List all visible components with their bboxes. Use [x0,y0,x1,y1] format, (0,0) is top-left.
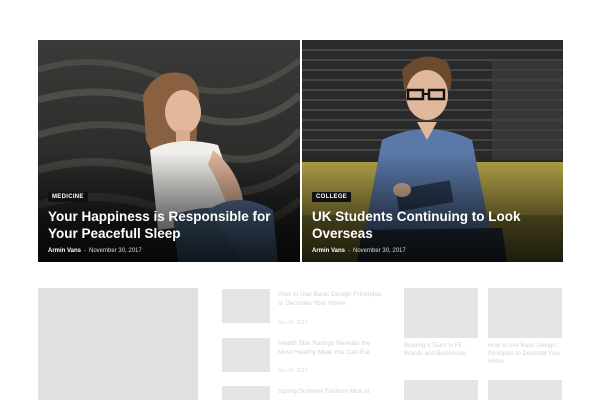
byline-separator: - [84,248,87,254]
grid-post-thumbnail[interactable] [488,380,562,400]
grid-post-thumbnail[interactable] [404,288,478,338]
featured-post-2[interactable]: COLLEGE UK Students Continuing to Look O… [302,40,563,262]
list-post-thumbnail[interactable] [222,386,270,400]
category-badge[interactable]: MEDICINE [48,192,88,202]
list-post-title[interactable]: Health Star Ratings Reveals the Most Hea… [278,339,383,357]
post-title[interactable]: UK Students Continuing to Look Overseas [312,208,553,242]
page: MEDICINE Your Happiness is Responsible f… [0,0,600,400]
list-post-title[interactable]: Spring/Summer Fashion Mos at [278,387,383,396]
grid-post-thumbnail[interactable] [488,288,562,338]
faded-content-section: How to Use Basic Design Principles to De… [0,286,600,400]
featured-meta-2: COLLEGE UK Students Continuing to Look O… [312,185,553,254]
list-post-thumbnail[interactable] [222,338,270,372]
list-post-thumbnail[interactable] [222,289,270,323]
list-post-title[interactable]: How to Use Basic Design Principles to De… [278,290,383,308]
byline-separator: - [348,248,351,254]
list-post-date: Nov 30, 2017 [278,368,308,374]
featured-meta-1: MEDICINE Your Happiness is Responsible f… [48,185,290,254]
byline: Armin Vans - November 30, 2017 [312,248,553,254]
byline: Armin Vans - November 30, 2017 [48,248,290,254]
grid-post-title[interactable]: How to Use Basic Design Principles to De… [488,342,562,366]
grid-post-title[interactable]: Building a Team to Fit Brands and Busine… [404,342,478,358]
author-link[interactable]: Armin Vans [48,248,81,254]
grid-post-thumbnail[interactable] [404,380,478,400]
post-date: November 30, 2017 [353,248,406,254]
author-link[interactable]: Armin Vans [312,248,345,254]
featured-post-1[interactable]: MEDICINE Your Happiness is Responsible f… [38,40,300,262]
large-post-thumbnail[interactable] [38,288,198,400]
post-date: November 30, 2017 [89,248,142,254]
category-badge[interactable]: COLLEGE [312,192,352,202]
post-title[interactable]: Your Happiness is Responsible for Your P… [48,208,290,242]
list-post-date: Nov 30, 2017 [278,320,308,326]
